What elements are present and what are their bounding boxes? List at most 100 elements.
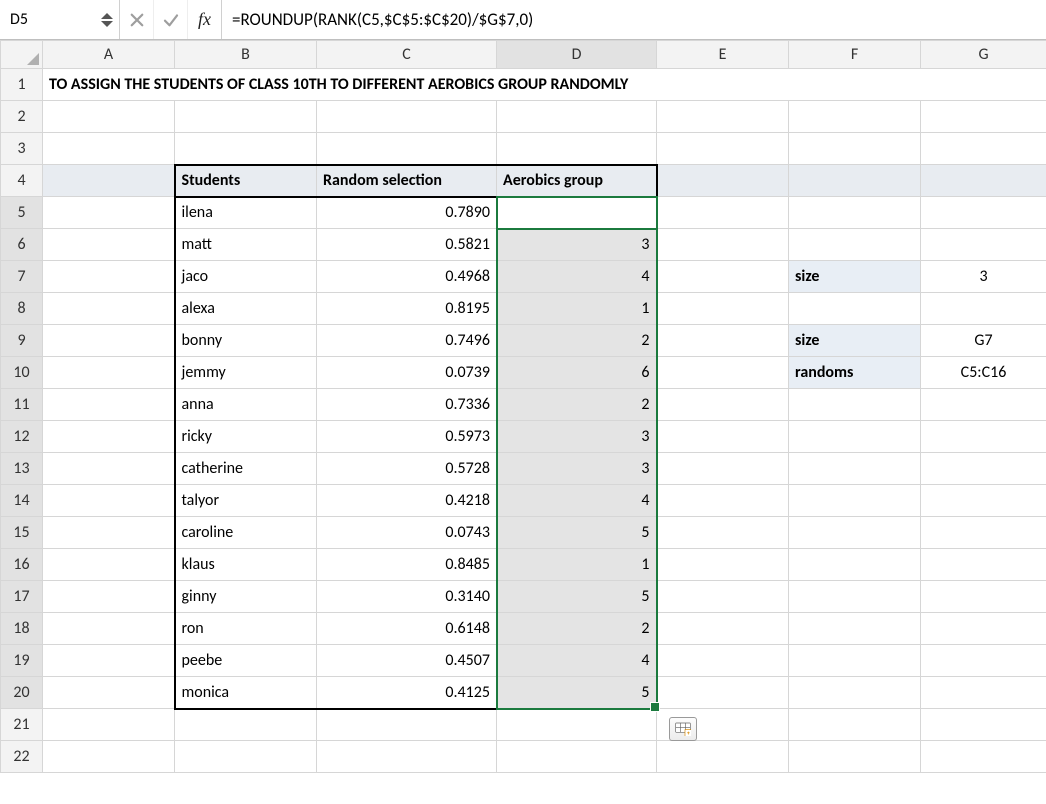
cell-A15[interactable] [43,517,175,549]
cell-F14[interactable] [789,485,921,517]
cell-A17[interactable] [43,581,175,613]
cell-E9[interactable] [657,325,789,357]
cell-F12[interactable] [789,421,921,453]
cell-D7[interactable]: 4 [497,261,657,293]
cell-D2[interactable] [497,101,657,133]
cell-G6[interactable] [921,229,1046,261]
cell-G4[interactable] [921,165,1046,197]
cell-F7[interactable]: size [789,261,921,293]
cell-B7[interactable]: jaco [175,261,317,293]
worksheet[interactable]: ABCDEFG1TO ASSIGN THE STUDENTS OF CLASS … [0,40,1046,773]
row-header-9[interactable]: 9 [1,325,43,357]
cell-E2[interactable] [657,101,789,133]
cell-B8[interactable]: alexa [175,293,317,325]
row-header-3[interactable]: 3 [1,133,43,165]
cell-E7[interactable] [657,261,789,293]
cell-B21[interactable] [175,709,317,741]
cell-D15[interactable]: 5 [497,517,657,549]
cell-F5[interactable] [789,197,921,229]
cell-D10[interactable]: 6 [497,357,657,389]
cell-B5[interactable]: ilena [175,197,317,229]
cell-E18[interactable] [657,613,789,645]
cell-E20[interactable] [657,677,789,709]
row-header-20[interactable]: 20 [1,677,43,709]
cell-F22[interactable] [789,741,921,773]
cell-G7[interactable]: 3 [921,261,1046,293]
row-header-2[interactable]: 2 [1,101,43,133]
cell-E13[interactable] [657,453,789,485]
cell-A20[interactable] [43,677,175,709]
cell-F2[interactable] [789,101,921,133]
cell-B18[interactable]: ron [175,613,317,645]
cell-C13[interactable]: 0.5728 [317,453,497,485]
cell-D9[interactable]: 2 [497,325,657,357]
row-header-22[interactable]: 22 [1,741,43,773]
cell-G13[interactable] [921,453,1046,485]
cell-F15[interactable] [789,517,921,549]
cell-G20[interactable] [921,677,1046,709]
select-all-corner[interactable] [1,41,43,69]
cell-B11[interactable]: anna [175,389,317,421]
cell-C9[interactable]: 0.7496 [317,325,497,357]
cell-G14[interactable] [921,485,1046,517]
cell-G2[interactable] [921,101,1046,133]
cell-D5[interactable]: 1 [497,197,657,229]
cell-F8[interactable] [789,293,921,325]
cell-C16[interactable]: 0.8485 [317,549,497,581]
cell-A5[interactable] [43,197,175,229]
cell-D18[interactable]: 2 [497,613,657,645]
cell-B16[interactable]: klaus [175,549,317,581]
cell-G3[interactable] [921,133,1046,165]
cell-G10[interactable]: C5:C16 [921,357,1046,389]
cell-E17[interactable] [657,581,789,613]
column-header-F[interactable]: F [789,41,921,69]
row-header-1[interactable]: 1 [1,69,43,101]
cell-F10[interactable]: randoms [789,357,921,389]
cell-F11[interactable] [789,389,921,421]
row-header-6[interactable]: 6 [1,229,43,261]
cell-G17[interactable] [921,581,1046,613]
cell-B19[interactable]: peebe [175,645,317,677]
cell-D13[interactable]: 3 [497,453,657,485]
cell-G18[interactable] [921,613,1046,645]
cell-A13[interactable] [43,453,175,485]
name-box-stepper[interactable] [101,13,113,27]
row-header-15[interactable]: 15 [1,517,43,549]
cell-A18[interactable] [43,613,175,645]
cell-A1[interactable]: TO ASSIGN THE STUDENTS OF CLASS 10TH TO … [43,69,1046,101]
cell-C14[interactable]: 0.4218 [317,485,497,517]
cell-D12[interactable]: 3 [497,421,657,453]
cell-B22[interactable] [175,741,317,773]
cell-B3[interactable] [175,133,317,165]
column-header-D[interactable]: D [497,41,657,69]
cancel-button[interactable] [120,0,154,39]
row-header-5[interactable]: 5 [1,197,43,229]
cell-B14[interactable]: talyor [175,485,317,517]
cell-D19[interactable]: 4 [497,645,657,677]
cell-D6[interactable]: 3 [497,229,657,261]
cell-C20[interactable]: 0.4125 [317,677,497,709]
cell-D20[interactable]: 5 [497,677,657,709]
cell-A16[interactable] [43,549,175,581]
cell-E22[interactable] [657,741,789,773]
cell-A11[interactable] [43,389,175,421]
cell-A9[interactable] [43,325,175,357]
row-header-13[interactable]: 13 [1,453,43,485]
cell-A6[interactable] [43,229,175,261]
cell-B2[interactable] [175,101,317,133]
cell-A8[interactable] [43,293,175,325]
cell-E19[interactable] [657,645,789,677]
row-header-19[interactable]: 19 [1,645,43,677]
cell-D11[interactable]: 2 [497,389,657,421]
cell-A22[interactable] [43,741,175,773]
cell-D16[interactable]: 1 [497,549,657,581]
cell-C10[interactable]: 0.0739 [317,357,497,389]
cell-E15[interactable] [657,517,789,549]
cell-D17[interactable]: 5 [497,581,657,613]
cell-F4[interactable] [789,165,921,197]
cell-G11[interactable] [921,389,1046,421]
cell-F9[interactable]: size [789,325,921,357]
cell-G5[interactable] [921,197,1046,229]
cell-A10[interactable] [43,357,175,389]
row-header-17[interactable]: 17 [1,581,43,613]
